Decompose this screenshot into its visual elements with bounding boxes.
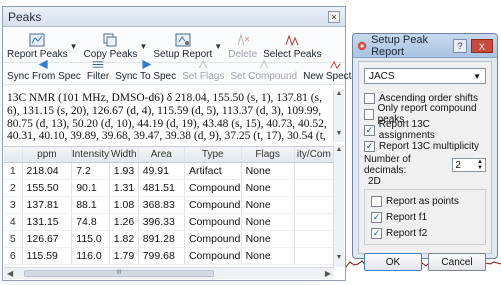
peaks-title-bar: Peaks × [3,7,345,27]
group-2d-label: 2D [368,176,381,187]
chevron-down-icon[interactable]: ▼ [139,42,147,51]
ok-button[interactable]: OK [364,253,422,271]
dialog-buttons: OK Cancel [364,253,486,271]
peaks-panel: Peaks × Report Peaks ▼ Copy Peaks ▼ Setu… [2,6,369,281]
report-format-select[interactable]: JACS ▼ [364,68,486,84]
column-header-area[interactable]: Area [139,147,185,162]
chevron-down-icon[interactable]: ▼ [214,42,222,51]
setup-peak-report-dialog: Setup Peak Report ? X JACS ▼ Ascending o… [352,33,498,271]
filter-button[interactable]: Filter [87,60,109,82]
report-format-value: JACS [369,70,395,82]
setup-report-button[interactable]: Setup Report [153,33,212,60]
report-as-points-checkbox[interactable]: Report as points [371,193,479,209]
report-peaks-icon [29,33,45,47]
new-spectrum-icon [330,60,341,69]
table-row[interactable]: 2 155.50 90.1 1.31 481.51 Compound None [4,180,335,197]
checkbox-box[interactable] [371,195,382,207]
copy-peaks-button[interactable]: Copy Peaks [84,33,137,60]
sync-to-spec-icon [142,60,152,69]
table-row[interactable]: 1 218.04 7.2 1.93 49.91 Artifact None [4,163,335,180]
help-button[interactable]: ? [453,38,467,53]
check-icon[interactable]: ✓ [371,227,382,239]
table-row[interactable]: 6 115.59 116.0 1.79 799.68 Compound None [4,248,335,265]
table-row[interactable]: 4 131.15 74.8 1.26 396.33 Compound None [4,214,335,231]
check-icon[interactable]: ✓ [371,211,382,223]
close-icon[interactable]: × [328,10,340,23]
scroll-right-icon[interactable]: ▶ [325,269,331,278]
scroll-down-icon[interactable]: ▼ [334,130,344,140]
column-header-type[interactable]: Type [185,147,242,162]
column-header-ppm[interactable]: ppm [23,147,73,162]
check-icon[interactable]: ✓ [364,124,375,136]
peaks-title: Peaks [8,9,42,24]
group-2d: Report as points ✓ Report f1 ✓ Report f2 [364,189,486,245]
column-header-index[interactable] [4,147,23,162]
checkbox-box[interactable] [364,108,374,120]
sync-to-spec-button[interactable]: Sync To Spec [115,60,176,82]
dialog-body: JACS ▼ Ascending order shifts Only repor… [358,61,492,271]
sync-from-spec-icon [38,60,48,69]
column-header-width[interactable]: Width [110,147,139,162]
peaks-toolbar-2: Sync From Spec Filter Sync To Spec Set F… [3,60,369,85]
report-f1-checkbox[interactable]: ✓ Report f1 [371,209,479,225]
column-header-multiplicity[interactable]: ity/Com [295,147,335,162]
check-icon[interactable]: ✓ [364,140,375,152]
decimals-spinbox[interactable]: 2 ▲ ▼ [452,158,486,172]
close-button[interactable]: X [470,38,493,53]
filter-icon [92,61,104,68]
copy-peaks-icon [103,33,117,47]
dialog-title-bar: Setup Peak Report ? X [353,34,497,58]
report-peaks-button[interactable]: Report Peaks [7,33,68,60]
delete-button[interactable]: Delete [228,33,257,60]
set-compound-icon [259,60,268,69]
peaks-toolbar-1: Report Peaks ▼ Copy Peaks ▼ Setup Report… [3,27,345,63]
table-horizontal-scrollbar[interactable]: ◀ III ▶ [4,267,334,279]
table-scrollbar[interactable]: ▲ ▼ [333,146,344,267]
dialog-title: Setup Peak Report [371,33,428,58]
spinner-arrows-icon[interactable]: ▲ ▼ [477,159,483,171]
table-row[interactable]: 3 137.81 88.1 1.08 368.83 Compound None [4,197,335,214]
checkbox-box[interactable] [364,92,375,104]
select-peaks-button[interactable]: Select Peaks [263,33,322,60]
report-13c-multiplicity-checkbox[interactable]: ✓ Report 13C multiplicity [364,138,486,154]
table-header: ppm Intensity Width Area Type Flags ity/… [4,147,335,163]
column-header-flags[interactable]: Flags [242,147,295,162]
scroll-down-icon[interactable]: ▼ [334,254,344,264]
chevron-down-icon[interactable]: ▼ [70,42,78,51]
report-13c-assignments-checkbox[interactable]: ✓ Report 13C assignments [364,119,486,141]
report-scrollbar[interactable]: ▲ ▼ [333,90,344,142]
report-f2-checkbox[interactable]: ✓ Report f2 [371,225,479,241]
scroll-left-icon[interactable]: ◀ [7,269,13,278]
nmr-report-text[interactable]: 13C NMR (101 MHz, DMSO-d6) δ 218.04, 155… [4,90,331,142]
app-icon [357,41,367,50]
sync-from-spec-button[interactable]: Sync From Spec [7,60,81,82]
scroll-up-icon[interactable]: ▲ [334,90,344,100]
table-row[interactable]: 5 126.67 115.0 1.82 891.28 Compound None [4,231,335,248]
set-flags-icon [199,60,208,69]
set-compound-button[interactable]: Set Compound [230,60,297,82]
delete-icon [237,33,250,46]
cancel-button[interactable]: Cancel [428,253,486,271]
setup-report-icon [175,33,191,47]
scroll-thumb[interactable]: III [24,270,214,277]
decimals-row: Number of decimals: 2 ▲ ▼ [364,154,486,176]
scroll-up-icon[interactable]: ▲ [334,146,344,156]
chevron-down-icon: ▼ [473,71,481,81]
set-flags-button[interactable]: Set Flags [182,60,224,82]
select-peaks-icon [285,34,299,47]
column-header-intensity[interactable]: Intensity [72,147,110,162]
peaks-table: ppm Intensity Width Area Type Flags ity/… [4,146,335,267]
decimals-label: Number of decimals: [364,154,411,176]
